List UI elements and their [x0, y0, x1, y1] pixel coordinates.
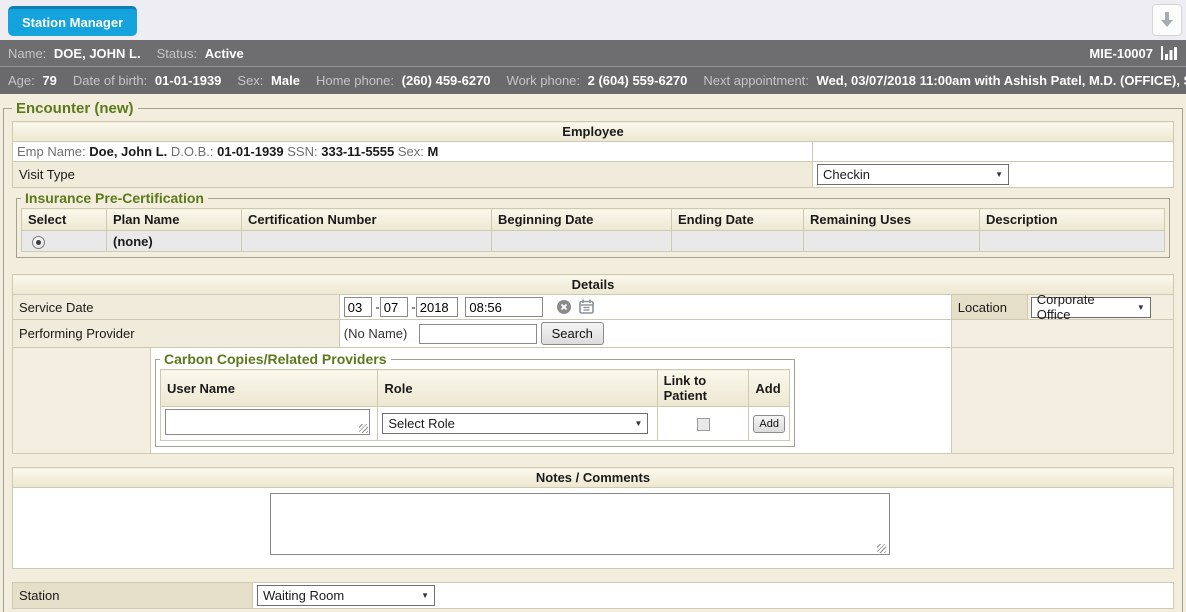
insurance-precert-legend: Insurance Pre-Certification [21, 190, 208, 206]
add-provider-button[interactable]: Add [753, 415, 785, 433]
col-role: Role [378, 370, 657, 407]
col-certification-number: Certification Number [242, 209, 492, 231]
encounter-legend: Encounter (new) [12, 100, 138, 117]
emp-sex-label: Sex: [398, 144, 424, 159]
emp-name-value: Doe, John L. [89, 144, 167, 159]
col-remaining-uses: Remaining Uses [804, 209, 980, 231]
calendar-icon [579, 299, 594, 314]
col-select: Select [22, 209, 107, 231]
sex-value: Male [271, 73, 300, 88]
station-label: Station [13, 583, 253, 609]
visit-type-select[interactable]: Checkin ▼ [817, 164, 1009, 185]
download-icon [1159, 11, 1175, 29]
emp-name-label: Emp Name: [17, 144, 86, 159]
emp-dob-value: 01-01-1939 [217, 144, 284, 159]
location-selected: Corporate Office [1037, 292, 1129, 322]
next-appointment-label: Next appointment: [703, 73, 809, 88]
emp-dob-label: D.O.B.: [171, 144, 214, 159]
sex-label: Sex: [237, 73, 263, 88]
service-date-label: Service Date [13, 295, 340, 320]
clear-icon [557, 300, 571, 314]
role-select[interactable]: Select Role ▼ [382, 413, 648, 434]
details-section-header: Details [13, 275, 1174, 295]
plan-name-none: (none) [107, 231, 242, 252]
age-value: 79 [42, 73, 56, 88]
station-select[interactable]: Waiting Room ▼ [257, 585, 435, 606]
top-toolbar: Station Manager [0, 0, 1186, 40]
next-appointment-value: Wed, 03/07/2018 11:00am with Ashish Pate… [817, 73, 1186, 88]
work-phone-value: 2 (604) 559-6270 [588, 73, 688, 88]
station-table: Station Waiting Room ▼ [12, 582, 1174, 609]
calendar-button[interactable] [579, 299, 594, 317]
insurance-precert-fieldset: Insurance Pre-Certification Select Plan … [16, 190, 1170, 258]
age-label: Age: [8, 73, 35, 88]
clear-date-button[interactable] [557, 300, 571, 317]
download-button[interactable] [1152, 4, 1182, 36]
col-user-name: User Name [161, 370, 378, 407]
performing-provider-label: Performing Provider [13, 320, 340, 348]
page-body: Encounter (new) Employee Emp Name: Doe, … [0, 94, 1186, 612]
provider-name-text: (No Name) [344, 326, 408, 341]
col-add: Add [749, 370, 790, 407]
emp-ssn-label: SSN: [287, 144, 317, 159]
notes-table: Notes / Comments [12, 467, 1174, 569]
service-date-year-input[interactable] [416, 297, 458, 317]
insurance-table: Select Plan Name Certification Number Be… [21, 208, 1165, 252]
patient-header-bar: Name: DOE, JOHN L. Status: Active MIE-10… [0, 40, 1186, 66]
dob-label: Date of birth: [73, 73, 147, 88]
name-label: Name: [8, 46, 46, 61]
insurance-header-row: Select Plan Name Certification Number Be… [22, 209, 1165, 231]
home-phone-label: Home phone: [316, 73, 394, 88]
emp-ssn-value: 333-11-5555 [321, 144, 394, 159]
col-link-to-patient: Link to Patient [657, 370, 749, 407]
dropdown-arrow-icon: ▼ [1137, 303, 1145, 312]
role-selected: Select Role [388, 416, 454, 431]
station-manager-screen: Station Manager Name: DOE, JOHN L. Statu… [0, 0, 1186, 612]
employee-table: Employee Emp Name: Doe, John L. D.O.B.: … [12, 121, 1174, 188]
link-to-patient-checkbox[interactable] [697, 418, 710, 431]
location-select[interactable]: Corporate Office ▼ [1031, 297, 1151, 318]
location-label: Location [951, 295, 1027, 320]
dropdown-arrow-icon: ▼ [995, 170, 1003, 179]
patient-status: Active [205, 46, 244, 61]
carbon-copies-legend: Carbon Copies/Related Providers [160, 351, 391, 367]
station-selected: Waiting Room [263, 588, 344, 603]
emp-sex-value: M [428, 144, 439, 159]
patient-id: MIE-10007 [1089, 46, 1153, 61]
service-date-month-input[interactable] [344, 297, 372, 317]
employee-section-header: Employee [13, 122, 1174, 142]
carbon-copies-header-row: User Name Role Link to Patient Add [161, 370, 790, 407]
chart-icon[interactable] [1161, 46, 1178, 60]
col-description: Description [980, 209, 1165, 231]
visit-type-selected: Checkin [823, 167, 870, 182]
encounter-fieldset: Encounter (new) Employee Emp Name: Doe, … [3, 100, 1183, 612]
service-date-day-input[interactable] [380, 297, 408, 317]
dob-value: 01-01-1939 [155, 73, 222, 88]
work-phone-label: Work phone: [507, 73, 580, 88]
employee-info: Emp Name: Doe, John L. D.O.B.: 01-01-193… [13, 142, 813, 162]
carbon-copies-fieldset: Carbon Copies/Related Providers User Nam… [155, 351, 795, 447]
precert-none-radio[interactable] [32, 236, 45, 249]
provider-search-input[interactable] [419, 324, 537, 344]
provider-search-button[interactable]: Search [541, 322, 604, 345]
service-time-input[interactable] [465, 297, 543, 317]
station-manager-button[interactable]: Station Manager [8, 6, 137, 36]
col-plan-name: Plan Name [107, 209, 242, 231]
home-phone-value: (260) 459-6270 [402, 73, 491, 88]
notes-section-header: Notes / Comments [13, 468, 1174, 488]
status-label: Status: [157, 46, 197, 61]
patient-demographics-bar: Age: 79 Date of birth: 01-01-1939 Sex: M… [0, 66, 1186, 94]
dropdown-arrow-icon: ▼ [421, 591, 429, 600]
details-table: Details Service Date - - [12, 274, 1174, 454]
insurance-row-none: (none) [22, 231, 1165, 252]
dropdown-arrow-icon: ▼ [634, 419, 642, 428]
patient-name: DOE, JOHN L. [54, 46, 141, 61]
visit-type-label: Visit Type [13, 162, 813, 188]
col-beginning-date: Beginning Date [492, 209, 672, 231]
user-name-input[interactable] [165, 409, 370, 435]
notes-textarea[interactable] [270, 493, 890, 555]
carbon-copies-table: User Name Role Link to Patient Add [160, 369, 790, 441]
col-ending-date: Ending Date [672, 209, 804, 231]
